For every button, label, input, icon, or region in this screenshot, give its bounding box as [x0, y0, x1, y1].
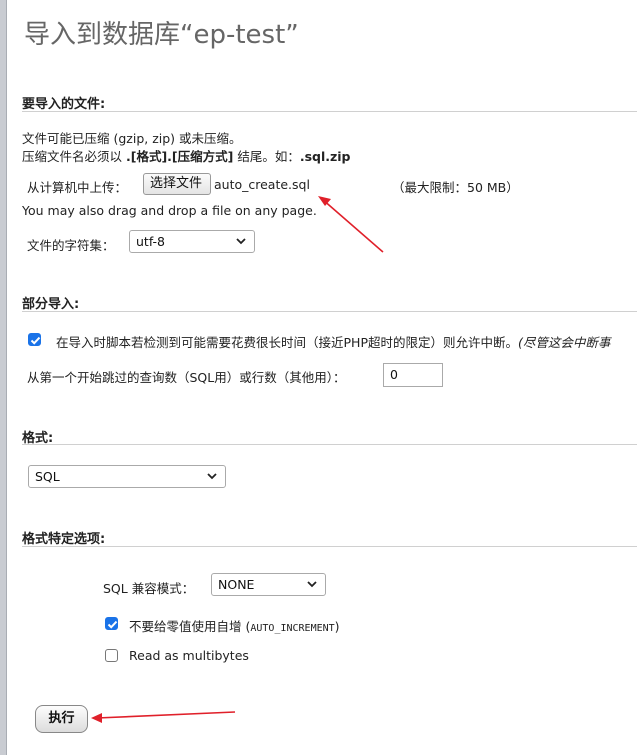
partial-section-divider — [22, 311, 637, 312]
chevron-down-icon — [207, 473, 217, 480]
checkmark-icon — [107, 620, 118, 629]
charset-label: 文件的字符集： — [27, 238, 115, 253]
max-upload-limit: （最大限制：50 MB） — [392, 180, 519, 195]
sql-compat-value: NONE — [218, 577, 255, 592]
sql-compat-select[interactable]: NONE — [211, 573, 326, 596]
no-auto-value-checkbox[interactable] — [105, 617, 118, 630]
chevron-down-icon — [236, 238, 246, 245]
file-section-legend: 要导入的文件: — [22, 97, 106, 112]
sql-compat-label: SQL 兼容模式： — [103, 581, 195, 596]
format-select-value: SQL — [35, 469, 60, 484]
multibytes-label: Read as multibytes — [129, 648, 249, 663]
upload-label: 从计算机中上传： — [27, 180, 128, 195]
page-title: 导入到数据库“ep-test” — [24, 20, 299, 50]
annotation-arrow-icon — [318, 196, 384, 253]
no-auto-value-label: 不要给零值使用自增 (AUTO_INCREMENT) — [129, 616, 340, 635]
multibytes-checkbox[interactable] — [105, 649, 118, 662]
annotation-arrow-icon — [91, 711, 236, 723]
format-options-divider — [22, 546, 637, 547]
compression-mid-text: 结尾。如： — [233, 149, 300, 164]
chosen-file-name: auto_create.sql — [214, 177, 310, 192]
format-section-divider — [22, 444, 637, 445]
skip-queries-input[interactable]: 0 — [383, 363, 443, 387]
compression-example: .sql.zip — [299, 149, 351, 164]
partial-section-legend: 部分导入: — [22, 297, 80, 312]
allow-interrupt-text: 在导入时脚本若检测到可能需要花费很长时间（接近PHP超时的限定）则允许中断。 — [56, 335, 518, 350]
skip-queries-label: 从第一个开始跳过的查询数（SQL用）或行数（其他用）： — [27, 370, 346, 385]
drag-drop-hint: You may also drag and drop a file on any… — [22, 203, 317, 218]
no-auto-value-close: ) — [334, 619, 340, 634]
execute-button[interactable]: 执行 — [35, 705, 88, 733]
no-auto-value-text: 不要给零值使用自增 ( — [129, 619, 251, 634]
format-select[interactable]: SQL — [28, 465, 226, 488]
auto-increment-code: AUTO_INCREMENT — [250, 623, 335, 634]
compression-format-info: 压缩文件名必须以 .[格式].[压缩方式] 结尾。如：.sql.zip — [22, 146, 351, 165]
compression-info: 文件可能已压缩 (gzip, zip) 或未压缩。 — [22, 131, 242, 146]
allow-interrupt-checkbox[interactable] — [28, 333, 41, 346]
compression-pattern: .[格式].[压缩方式] — [125, 149, 234, 164]
allow-interrupt-label: 在导入时脚本若检测到可能需要花费很长时间（接近PHP超时的限定）则允许中断。(尽… — [56, 332, 610, 351]
charset-select-value: utf-8 — [136, 234, 166, 249]
chevron-down-icon — [307, 581, 317, 588]
file-section-divider — [22, 111, 637, 112]
allow-interrupt-note: (尽管这会中断事 — [517, 335, 611, 350]
choose-file-button[interactable]: 选择文件 — [143, 173, 211, 195]
format-options-legend: 格式特定选项: — [22, 532, 106, 547]
compression-prefix-text: 压缩文件名必须以 — [22, 149, 126, 164]
charset-select[interactable]: utf-8 — [129, 230, 255, 253]
left-frame-border — [0, 0, 7, 755]
checkmark-icon — [30, 336, 41, 345]
